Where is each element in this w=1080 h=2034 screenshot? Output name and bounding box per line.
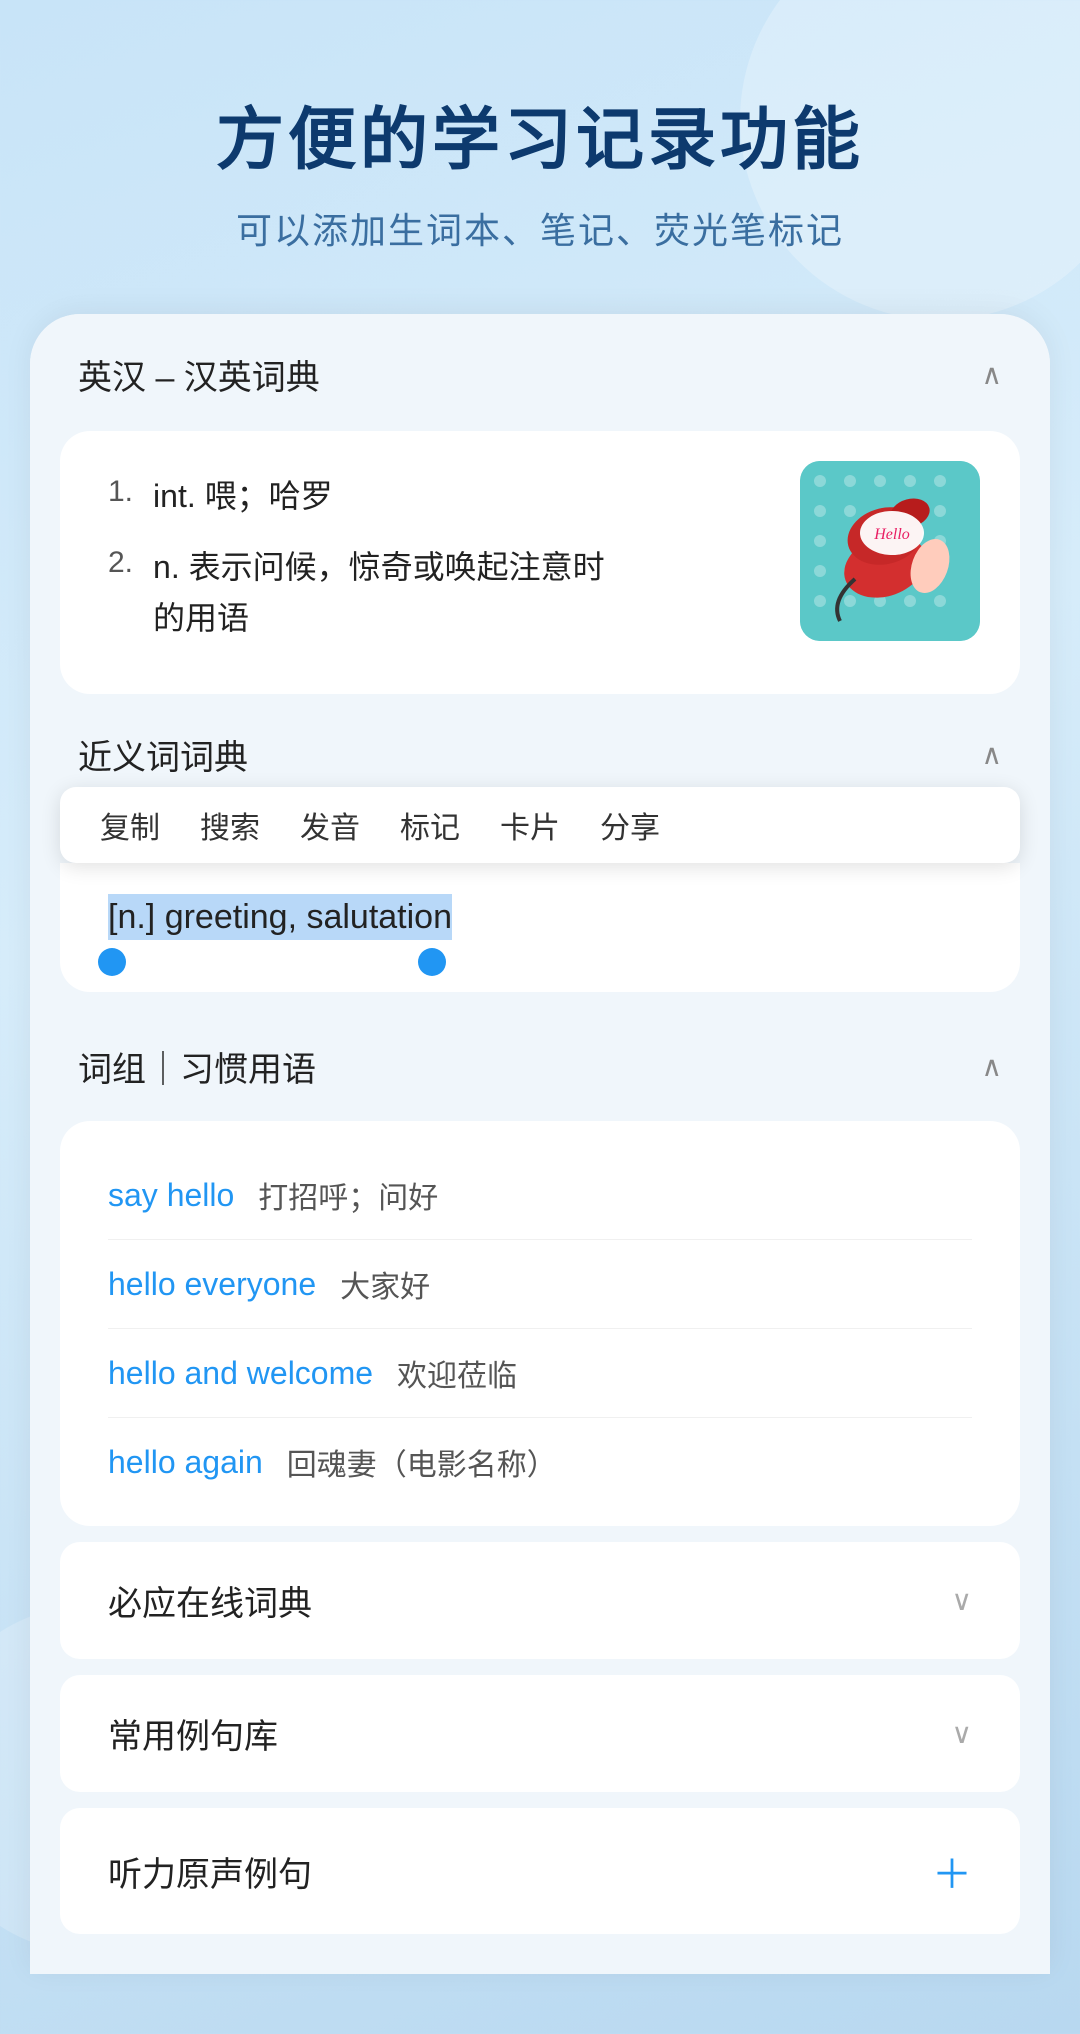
phrase-4-english: hello again [108,1444,263,1481]
definition-2-text: n. 表示问候，惊奇或唤起注意时的用语 [153,542,633,644]
collapsed-section-1-chevron: ∨ [952,1584,973,1617]
dictionary-content-card: Hello 1. int. 喂；哈罗 2. n. 表示问候，惊奇或唤起注意时的用… [60,431,1020,695]
dictionary-section-header[interactable]: 英汉 – 汉英词典 ∧ [30,314,1050,431]
phrases-chevron-icon: ∧ [982,1050,1003,1083]
phrase-4-chinese: 回魂妻（电影名称） [287,1440,557,1484]
definition-2-number: 2. [108,546,133,580]
plus-icon: ＋ [932,1842,972,1900]
synonyms-section-header[interactable]: 近义词词典 ∧ [30,694,1050,779]
context-menu: 复制 搜索 发音 标记 卡片 分享 [60,787,1020,863]
phrase-2-chinese: 大家好 [340,1262,430,1306]
context-menu-mark[interactable]: 标记 [400,803,460,847]
phrases-section-header[interactable]: 词组｜习惯用语 ∧ [30,992,1050,1121]
selection-handle-left [98,948,126,976]
phrase-2-english: hello everyone [108,1266,316,1303]
synonyms-section-title: 近义词词典 [78,730,248,779]
phrase-1-chinese: 打招呼；问好 [258,1173,438,1217]
selected-text-area: [n.] greeting, salutation [60,863,1020,992]
hello-illustration: Hello [800,461,980,641]
collapsed-section-2-title: 常用例句库 [108,1709,278,1758]
phrases-card: say hello 打招呼；问好 hello everyone 大家好 hell… [60,1121,1020,1526]
context-menu-card[interactable]: 卡片 [500,803,560,847]
main-card: 英汉 – 汉英词典 ∧ [30,314,1050,1975]
selected-text: [n.] greeting, salutation [108,894,452,940]
dictionary-chevron-icon: ∧ [982,358,1003,391]
collapsed-section-1-title: 必应在线词典 [108,1576,312,1625]
phrase-1-english: say hello [108,1177,234,1214]
context-menu-share[interactable]: 分享 [600,803,660,847]
phrase-3-chinese: 欢迎莅临 [397,1351,517,1395]
definition-1-number: 1. [108,475,133,509]
definition-1-text: int. 喂；哈罗 [153,471,333,522]
synonyms-chevron-icon: ∧ [982,738,1003,771]
selection-handle-right [418,948,446,976]
collapsed-section-biying[interactable]: 必应在线词典 ∨ [60,1542,1020,1659]
collapsed-section-audio[interactable]: 听力原声例句 ＋ [60,1808,1020,1934]
collapsed-section-examples[interactable]: 常用例句库 ∨ [60,1675,1020,1792]
phrase-row-3[interactable]: hello and welcome 欢迎莅临 [108,1329,972,1418]
phrases-section-title: 词组｜习惯用语 [78,1042,316,1091]
context-menu-copy[interactable]: 复制 [100,803,160,847]
dictionary-section-title: 英汉 – 汉英词典 [78,350,320,399]
phrase-row-4[interactable]: hello again 回魂妻（电影名称） [108,1418,972,1506]
svg-text:Hello: Hello [873,526,910,543]
context-menu-pronounce[interactable]: 发音 [300,803,360,847]
phrase-row-2[interactable]: hello everyone 大家好 [108,1240,972,1329]
header: 方便的学习记录功能 可以添加生词本、笔记、荧光笔标记 [0,60,1080,314]
collapsed-section-3-title: 听力原声例句 [108,1847,312,1896]
page-subtitle: 可以添加生词本、笔记、荧光笔标记 [60,202,1020,254]
collapsed-sections: 必应在线词典 ∨ 常用例句库 ∨ 听力原声例句 ＋ [30,1542,1050,1974]
phrase-row-1[interactable]: say hello 打招呼；问好 [108,1151,972,1240]
page-title: 方便的学习记录功能 [60,100,1020,182]
collapsed-section-2-chevron: ∨ [952,1717,973,1750]
context-menu-search[interactable]: 搜索 [200,803,260,847]
phrase-3-english: hello and welcome [108,1355,373,1392]
